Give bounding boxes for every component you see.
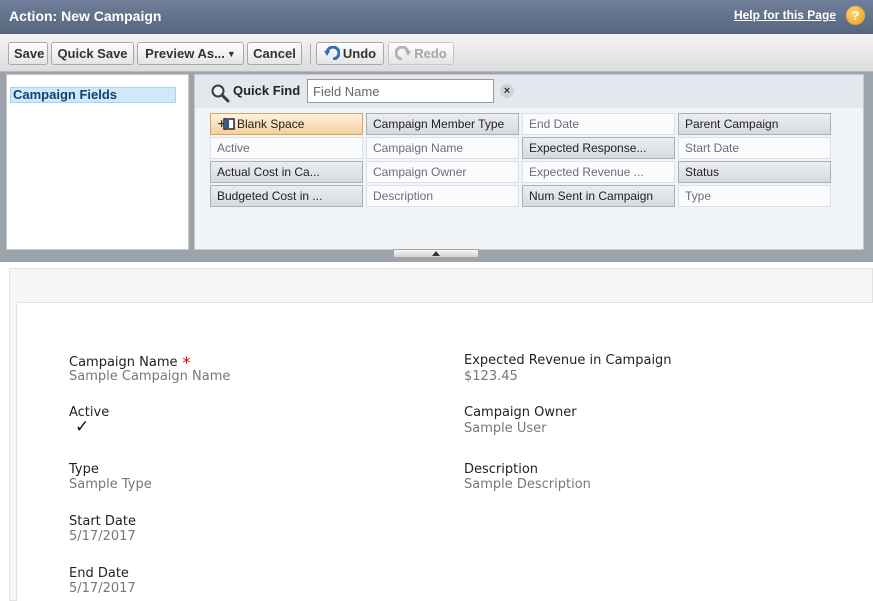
palette-field[interactable]: Status [678,161,831,183]
palette-field-blank-space[interactable]: + Blank Space [210,113,363,135]
palette-field[interactable]: Start Date [678,137,831,159]
palette-field[interactable]: Actual Cost in Ca... [210,161,363,183]
help-icon[interactable]: ? [846,6,865,25]
palette-collapse-handle[interactable] [393,249,479,258]
quick-find-bar: Quick Find × [195,75,863,108]
palette-field[interactable]: Active [210,137,363,159]
help-link[interactable]: Help for this Page [734,8,836,22]
category-campaign-fields[interactable]: Campaign Fields [10,87,176,103]
collapse-up-icon [432,251,440,256]
blank-space-icon: + [217,118,235,130]
redo-button[interactable]: Redo [388,42,454,65]
quick-find-input[interactable] [307,79,494,103]
layout-field-expected-revenue[interactable]: Expected Revenue in Campaign [464,353,672,368]
toolbar-separator [310,44,311,64]
layout-field-description[interactable]: Description [464,462,538,477]
field-label: Blank Space [237,117,305,131]
preview-as-label: Preview As... [145,46,225,61]
layout-palette: Save Quick Save Preview As... ▼ Cancel Un… [0,34,873,262]
title-bar: Action: New Campaign Help for this Page … [0,0,873,34]
field-palette: Quick Find × + Blank Space Campaign Memb… [194,74,864,250]
undo-icon [323,46,340,60]
checkbox-checked-icon: ✓ [75,417,90,436]
layout-field-type[interactable]: Type [69,462,99,477]
palette-field[interactable]: Expected Revenue ... [522,161,675,183]
layout-field-start-date[interactable]: Start Date [69,514,136,529]
search-icon [211,84,230,103]
layout-field-campaign-owner[interactable]: Campaign Owner [464,405,577,420]
dropdown-arrow-icon: ▼ [226,49,236,59]
redo-label: Redo [414,46,447,61]
field-value: Sample Description [464,477,591,492]
toolbar: Save Quick Save Preview As... ▼ Cancel Un… [0,34,873,72]
field-value: Sample User [464,421,547,436]
cancel-button[interactable]: Cancel [247,42,302,65]
field-value: 5/17/2017 [69,581,136,596]
palette-field[interactable]: Type [678,185,831,207]
preview-as-button[interactable]: Preview As... ▼ [137,42,244,65]
field-label: Campaign Name [69,355,178,370]
quick-save-button[interactable]: Quick Save [51,42,134,65]
field-value: Sample Type [69,477,152,492]
redo-icon [395,46,412,60]
undo-label: Undo [342,46,377,61]
palette-field[interactable]: Budgeted Cost in ... [210,185,363,207]
field-value: $123.45 [464,369,518,384]
palette-field[interactable]: Expected Response... [522,137,675,159]
quick-find-label: Quick Find [233,83,301,98]
field-value: Sample Campaign Name [69,369,231,384]
save-button[interactable]: Save [8,42,48,65]
palette-field[interactable]: End Date [522,113,675,135]
palette-field[interactable]: Campaign Member Type [366,113,519,135]
clear-search-icon[interactable]: × [500,84,514,98]
page-title: Action: New Campaign [9,8,162,24]
palette-field[interactable]: Campaign Owner [366,161,519,183]
palette-field[interactable]: Parent Campaign [678,113,831,135]
field-category-list: Campaign Fields [6,74,189,250]
layout-field-end-date[interactable]: End Date [69,566,129,581]
palette-field[interactable]: Num Sent in Campaign [522,185,675,207]
palette-field[interactable]: Campaign Name [366,137,519,159]
palette-field[interactable]: Description [366,185,519,207]
undo-button[interactable]: Undo [316,42,384,65]
field-value: 5/17/2017 [69,529,136,544]
layout-section: Campaign Name * Sample Campaign Name Acti… [16,302,873,601]
